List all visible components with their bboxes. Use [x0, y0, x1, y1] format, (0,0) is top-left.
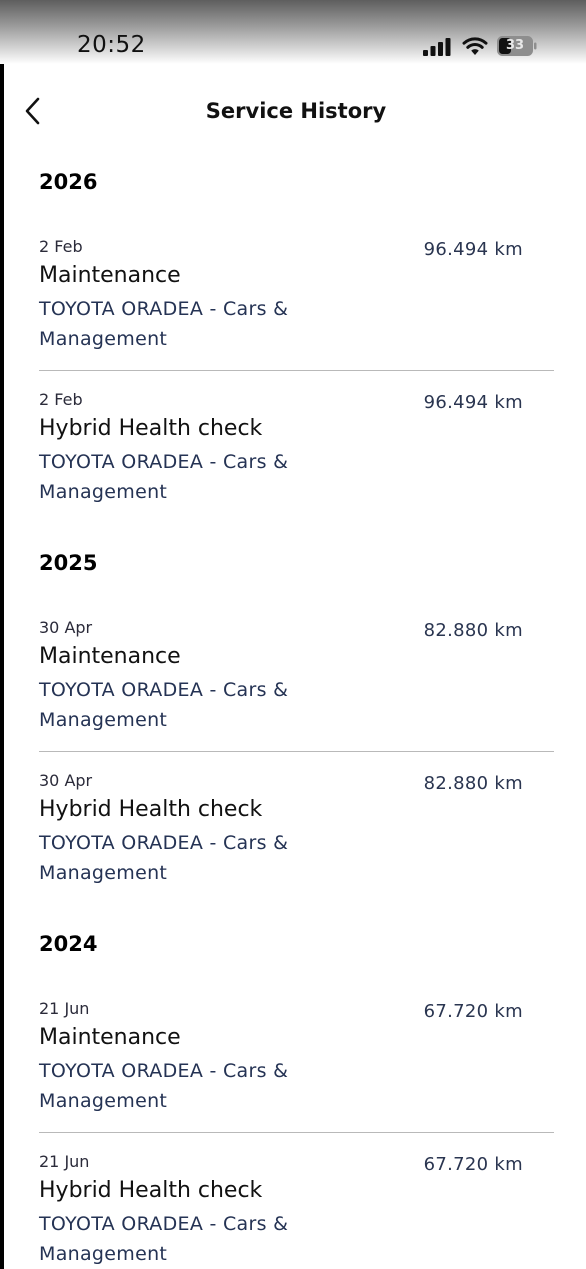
service-record[interactable]: 2 Feb 96.494 km Maintenance TOYOTA ORADE…: [39, 237, 554, 377]
service-record[interactable]: 21 Jun 67.720 km Maintenance TOYOTA ORAD…: [39, 999, 554, 1139]
record-mileage: 67.720 km: [423, 1154, 523, 1175]
year-heading: 2026: [39, 170, 98, 194]
page-title: Service History: [205, 99, 387, 123]
record-type: Hybrid Health check: [39, 416, 263, 441]
record-type: Hybrid Health check: [39, 1178, 263, 1203]
battery-level: 33: [505, 38, 525, 53]
record-type: Maintenance: [39, 644, 181, 669]
record-type: Hybrid Health check: [39, 797, 263, 822]
status-time: 20:52: [77, 32, 146, 58]
record-mileage: 67.720 km: [423, 1001, 523, 1022]
service-record[interactable]: 30 Apr 82.880 km Hybrid Health check TOY…: [39, 771, 554, 911]
status-bar: 20:52 33: [0, 0, 586, 64]
record-dealer: TOYOTA ORADEA - Cars & Management: [39, 1060, 289, 1112]
divider: [39, 370, 554, 371]
divider: [39, 1132, 554, 1133]
record-mileage: 82.880 km: [423, 773, 523, 794]
wifi-icon: [462, 37, 488, 55]
record-dealer: TOYOTA ORADEA - Cars & Management: [39, 832, 289, 884]
record-date: 30 Apr: [39, 618, 93, 637]
service-history-screen: 20:52 33 Service History 2026 2 Feb 96.4…: [0, 0, 586, 1269]
year-heading: 2024: [39, 932, 98, 956]
service-record[interactable]: 30 Apr 82.880 km Maintenance TOYOTA ORAD…: [39, 618, 554, 758]
record-type: Maintenance: [39, 1025, 181, 1050]
record-date: 21 Jun: [39, 999, 90, 1018]
record-type: Maintenance: [39, 263, 181, 288]
record-mileage: 82.880 km: [423, 620, 523, 641]
record-dealer: TOYOTA ORADEA - Cars & Management: [39, 451, 289, 503]
record-date: 2 Feb: [39, 390, 83, 409]
record-dealer: TOYOTA ORADEA - Cars & Management: [39, 298, 289, 350]
record-dealer: TOYOTA ORADEA - Cars & Management: [39, 679, 289, 731]
screen-edge: [0, 0, 4, 1269]
service-record[interactable]: 2 Feb 96.494 km Hybrid Health check TOYO…: [39, 390, 554, 530]
cellular-signal-icon: [423, 38, 451, 56]
record-date: 30 Apr: [39, 771, 93, 790]
service-record[interactable]: 21 Jun 67.720 km Hybrid Health check TOY…: [39, 1152, 554, 1269]
record-dealer: TOYOTA ORADEA - Cars & Management: [39, 1213, 289, 1265]
record-date: 21 Jun: [39, 1152, 90, 1171]
record-date: 2 Feb: [39, 237, 83, 256]
record-mileage: 96.494 km: [423, 239, 523, 260]
year-heading: 2025: [39, 551, 98, 575]
record-mileage: 96.494 km: [423, 392, 523, 413]
divider: [39, 751, 554, 752]
